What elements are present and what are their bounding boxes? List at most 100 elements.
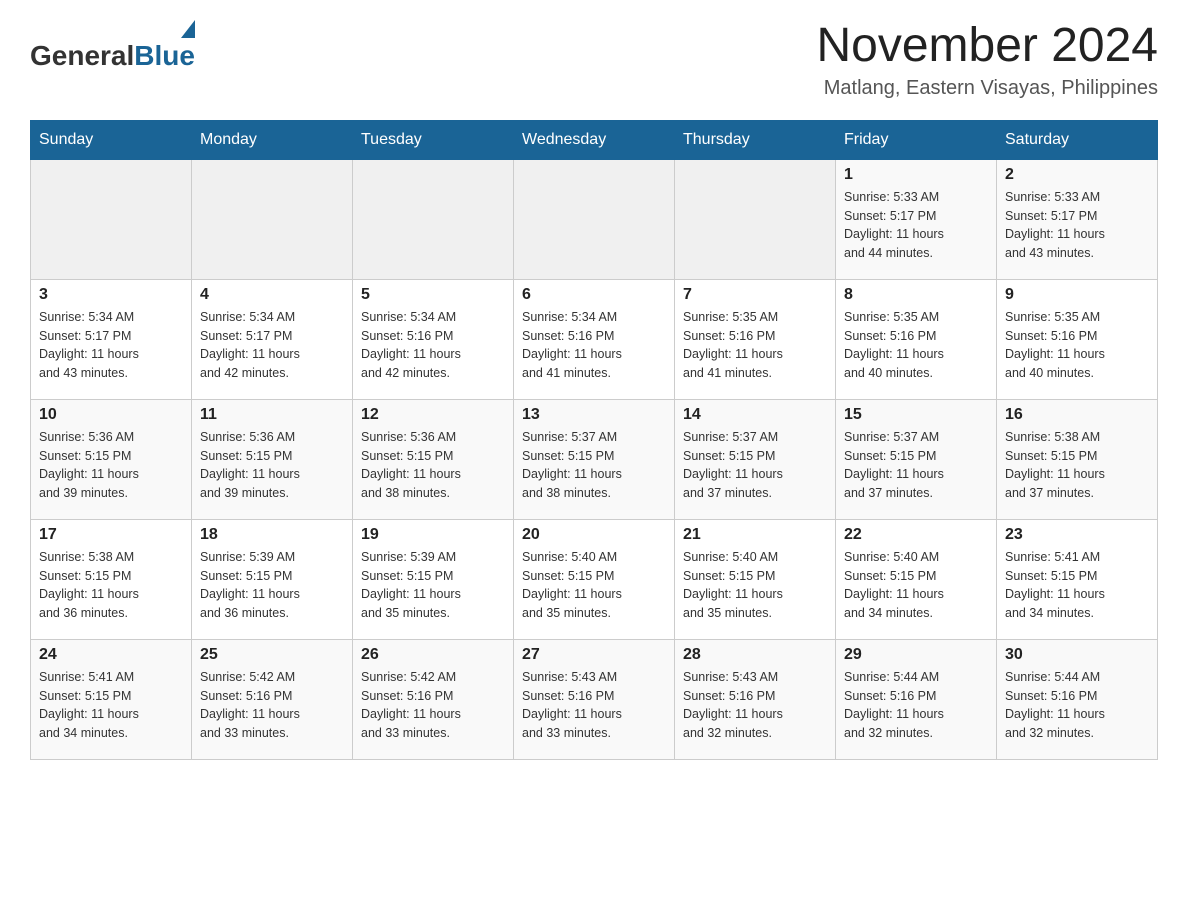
day-info: Sunrise: 5:35 AMSunset: 5:16 PMDaylight:… xyxy=(1005,308,1149,383)
calendar-cell: 3Sunrise: 5:34 AMSunset: 5:17 PMDaylight… xyxy=(31,279,192,399)
day-info: Sunrise: 5:42 AMSunset: 5:16 PMDaylight:… xyxy=(361,668,505,743)
calendar-cell: 19Sunrise: 5:39 AMSunset: 5:15 PMDayligh… xyxy=(353,519,514,639)
day-info: Sunrise: 5:33 AMSunset: 5:17 PMDaylight:… xyxy=(844,188,988,263)
day-number: 29 xyxy=(844,646,988,664)
day-number: 10 xyxy=(39,406,183,424)
day-number: 17 xyxy=(39,526,183,544)
month-year-title: November 2024 xyxy=(816,20,1158,73)
day-number: 30 xyxy=(1005,646,1149,664)
calendar-cell: 28 Sunrise: 5:43 AMSunset: 5:16 PMDayligh… xyxy=(675,639,836,759)
calendar-cell: 14Sunrise: 5:37 AMSunset: 5:15 PMDayligh… xyxy=(675,399,836,519)
calendar-cell xyxy=(192,159,353,279)
header-cell-friday: Friday xyxy=(836,120,997,159)
calendar-cell: 22 Sunrise: 5:40 AMSunset: 5:15 PMDayligh… xyxy=(836,519,997,639)
day-number: 22 xyxy=(844,526,988,544)
logo-blue-part: Blue xyxy=(134,20,195,72)
day-number: 15 xyxy=(844,406,988,424)
day-info: Sunrise: 5:44 AMSunset: 5:16 PMDaylight:… xyxy=(1005,668,1149,743)
day-info: Sunrise: 5:39 AMSunset: 5:15 PMDaylight:… xyxy=(361,548,505,623)
calendar-cell: 20 Sunrise: 5:40 AMSunset: 5:15 PMDayligh… xyxy=(514,519,675,639)
calendar-table: SundayMondayTuesdayWednesdayThursdayFrid… xyxy=(30,120,1158,760)
week-row-2: 3Sunrise: 5:34 AMSunset: 5:17 PMDaylight… xyxy=(31,279,1158,399)
day-number: 2 xyxy=(1005,166,1149,184)
logo-general-text: General xyxy=(30,40,134,72)
calendar-cell: 10 Sunrise: 5:36 AMSunset: 5:15 PMDayligh… xyxy=(31,399,192,519)
day-number: 4 xyxy=(200,286,344,304)
calendar-cell: 12 Sunrise: 5:36 AMSunset: 5:15 PMDayligh… xyxy=(353,399,514,519)
day-number: 20 xyxy=(522,526,666,544)
day-info: Sunrise: 5:37 AMSunset: 5:15 PMDaylight:… xyxy=(844,428,988,503)
calendar-cell: 29 Sunrise: 5:44 AMSunset: 5:16 PMDayligh… xyxy=(836,639,997,759)
day-info: Sunrise: 5:35 AMSunset: 5:16 PMDaylight:… xyxy=(683,308,827,383)
day-number: 27 xyxy=(522,646,666,664)
day-number: 6 xyxy=(522,286,666,304)
calendar-cell: 27 Sunrise: 5:43 AMSunset: 5:16 PMDayligh… xyxy=(514,639,675,759)
day-number: 18 xyxy=(200,526,344,544)
day-info: Sunrise: 5:38 AMSunset: 5:15 PMDaylight:… xyxy=(1005,428,1149,503)
header-cell-saturday: Saturday xyxy=(997,120,1158,159)
day-info: Sunrise: 5:41 AMSunset: 5:15 PMDaylight:… xyxy=(39,668,183,743)
day-info: Sunrise: 5:40 AMSunset: 5:15 PMDaylight:… xyxy=(844,548,988,623)
calendar-cell: 11Sunrise: 5:36 AMSunset: 5:15 PMDayligh… xyxy=(192,399,353,519)
location-subtitle: Matlang, Eastern Visayas, Philippines xyxy=(816,77,1158,100)
day-number: 12 xyxy=(361,406,505,424)
day-number: 21 xyxy=(683,526,827,544)
page-header: General Blue November 2024 Matlang, East… xyxy=(30,20,1158,100)
week-row-3: 10 Sunrise: 5:36 AMSunset: 5:15 PMDayligh… xyxy=(31,399,1158,519)
calendar-cell xyxy=(675,159,836,279)
day-number: 8 xyxy=(844,286,988,304)
calendar-header: SundayMondayTuesdayWednesdayThursdayFrid… xyxy=(31,120,1158,159)
header-cell-monday: Monday xyxy=(192,120,353,159)
day-info: Sunrise: 5:44 AMSunset: 5:16 PMDaylight:… xyxy=(844,668,988,743)
calendar-cell: 17 Sunrise: 5:38 AMSunset: 5:15 PMDayligh… xyxy=(31,519,192,639)
day-info: Sunrise: 5:37 AMSunset: 5:15 PMDaylight:… xyxy=(683,428,827,503)
calendar-cell: 15 Sunrise: 5:37 AMSunset: 5:15 PMDayligh… xyxy=(836,399,997,519)
day-number: 24 xyxy=(39,646,183,664)
logo-triangle-icon xyxy=(181,20,195,38)
day-info: Sunrise: 5:38 AMSunset: 5:15 PMDaylight:… xyxy=(39,548,183,623)
calendar-cell: 16 Sunrise: 5:38 AMSunset: 5:15 PMDayligh… xyxy=(997,399,1158,519)
header-row: SundayMondayTuesdayWednesdayThursdayFrid… xyxy=(31,120,1158,159)
day-info: Sunrise: 5:34 AMSunset: 5:16 PMDaylight:… xyxy=(361,308,505,383)
calendar-cell: 4 Sunrise: 5:34 AMSunset: 5:17 PMDaylight… xyxy=(192,279,353,399)
day-info: Sunrise: 5:43 AMSunset: 5:16 PMDaylight:… xyxy=(683,668,827,743)
calendar-cell: 30 Sunrise: 5:44 AMSunset: 5:16 PMDayligh… xyxy=(997,639,1158,759)
header-cell-sunday: Sunday xyxy=(31,120,192,159)
day-number: 11 xyxy=(200,406,344,424)
calendar-cell: 23Sunrise: 5:41 AMSunset: 5:15 PMDayligh… xyxy=(997,519,1158,639)
day-info: Sunrise: 5:34 AMSunset: 5:17 PMDaylight:… xyxy=(39,308,183,383)
day-number: 28 xyxy=(683,646,827,664)
day-number: 1 xyxy=(844,166,988,184)
day-info: Sunrise: 5:39 AMSunset: 5:15 PMDaylight:… xyxy=(200,548,344,623)
day-info: Sunrise: 5:42 AMSunset: 5:16 PMDaylight:… xyxy=(200,668,344,743)
header-cell-tuesday: Tuesday xyxy=(353,120,514,159)
week-row-1: 1 Sunrise: 5:33 AMSunset: 5:17 PMDaylight… xyxy=(31,159,1158,279)
day-number: 7 xyxy=(683,286,827,304)
calendar-cell: 24 Sunrise: 5:41 AMSunset: 5:15 PMDayligh… xyxy=(31,639,192,759)
day-info: Sunrise: 5:34 AMSunset: 5:17 PMDaylight:… xyxy=(200,308,344,383)
calendar-cell: 21Sunrise: 5:40 AMSunset: 5:15 PMDayligh… xyxy=(675,519,836,639)
title-block: November 2024 Matlang, Eastern Visayas, … xyxy=(816,20,1158,100)
day-info: Sunrise: 5:40 AMSunset: 5:15 PMDaylight:… xyxy=(522,548,666,623)
day-number: 13 xyxy=(522,406,666,424)
day-info: Sunrise: 5:43 AMSunset: 5:16 PMDaylight:… xyxy=(522,668,666,743)
day-number: 9 xyxy=(1005,286,1149,304)
day-number: 25 xyxy=(200,646,344,664)
day-number: 26 xyxy=(361,646,505,664)
calendar-cell xyxy=(31,159,192,279)
week-row-5: 24 Sunrise: 5:41 AMSunset: 5:15 PMDayligh… xyxy=(31,639,1158,759)
day-info: Sunrise: 5:36 AMSunset: 5:15 PMDaylight:… xyxy=(39,428,183,503)
calendar-cell xyxy=(353,159,514,279)
day-number: 23 xyxy=(1005,526,1149,544)
logo-blue-text: Blue xyxy=(134,40,195,72)
day-number: 5 xyxy=(361,286,505,304)
calendar-cell: 5 Sunrise: 5:34 AMSunset: 5:16 PMDaylight… xyxy=(353,279,514,399)
calendar-cell: 13Sunrise: 5:37 AMSunset: 5:15 PMDayligh… xyxy=(514,399,675,519)
calendar-cell: 9 Sunrise: 5:35 AMSunset: 5:16 PMDaylight… xyxy=(997,279,1158,399)
day-info: Sunrise: 5:33 AMSunset: 5:17 PMDaylight:… xyxy=(1005,188,1149,263)
calendar-body: 1 Sunrise: 5:33 AMSunset: 5:17 PMDaylight… xyxy=(31,159,1158,759)
day-number: 16 xyxy=(1005,406,1149,424)
calendar-cell: 8Sunrise: 5:35 AMSunset: 5:16 PMDaylight… xyxy=(836,279,997,399)
calendar-cell: 6Sunrise: 5:34 AMSunset: 5:16 PMDaylight… xyxy=(514,279,675,399)
day-info: Sunrise: 5:36 AMSunset: 5:15 PMDaylight:… xyxy=(361,428,505,503)
